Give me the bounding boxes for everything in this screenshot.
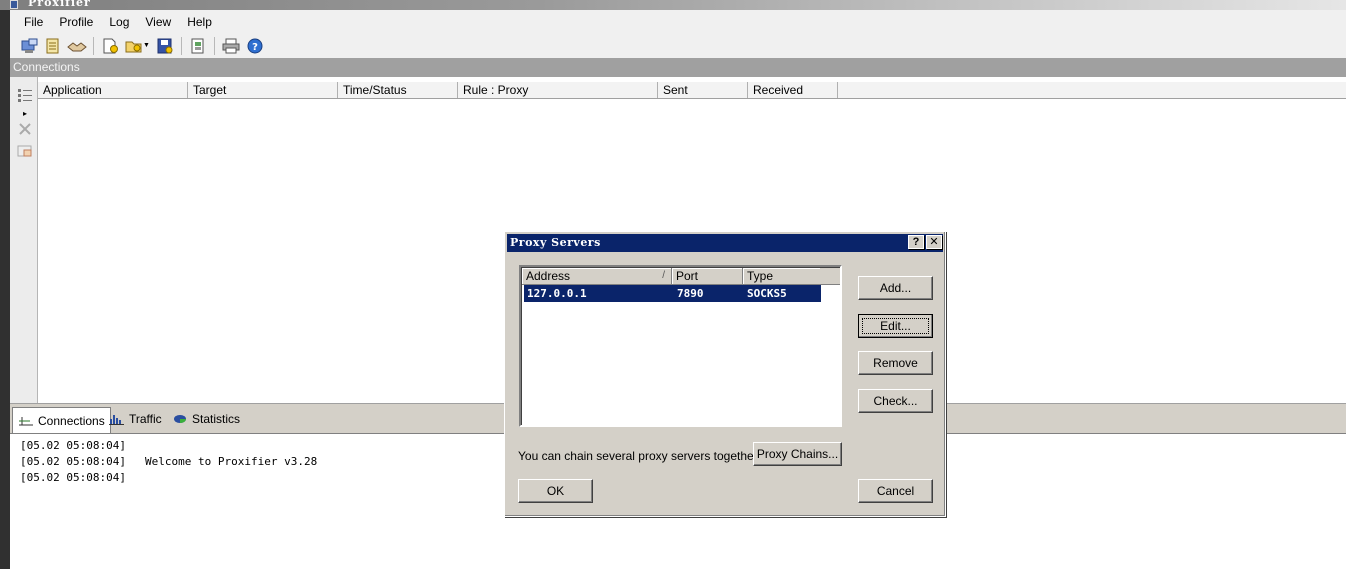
log-timestamp: [05.02 05:08:04] xyxy=(20,471,126,484)
edit-button[interactable]: Edit... xyxy=(858,314,933,338)
window-title: Proxifier xyxy=(28,0,91,9)
expand-arrow-icon[interactable]: ▸ xyxy=(16,105,34,121)
ok-button[interactable]: OK xyxy=(518,479,593,503)
column-address-label: Address xyxy=(526,269,571,283)
open-profile-icon[interactable] xyxy=(123,36,145,56)
proxy-type: SOCKS5 xyxy=(747,287,787,300)
profile-settings-icon[interactable] xyxy=(187,36,209,56)
log-message: Welcome to Proxifier v3.28 xyxy=(145,455,318,468)
menu-file[interactable]: File xyxy=(16,15,51,29)
proxy-address: 127.0.0.1 xyxy=(527,287,587,300)
menu-help[interactable]: Help xyxy=(179,15,220,29)
toolbar-separator xyxy=(93,36,94,55)
chain-hint-label: You can chain several proxy servers toge… xyxy=(518,449,762,463)
proxy-port: 7890 xyxy=(677,287,704,300)
tab-connections[interactable]: Connections xyxy=(12,407,111,433)
table-row[interactable]: 127.0.0.1 7890 SOCKS5 xyxy=(524,285,821,302)
tab-label: Connections xyxy=(38,413,105,428)
title-bar: Proxifier xyxy=(0,0,1346,10)
connections-table-header: Application Target Time/Status Rule : Pr… xyxy=(38,82,1346,99)
dialog-title: Proxy Servers xyxy=(510,236,601,249)
connections-section-header: Connections xyxy=(10,58,1346,77)
tab-label: Traffic xyxy=(129,412,162,426)
connections-side-toolbar: ▸ xyxy=(10,77,38,403)
column-application[interactable]: Application xyxy=(38,82,188,98)
column-address[interactable]: Address / xyxy=(522,268,672,285)
window-left-frame xyxy=(0,10,10,569)
menu-profile[interactable]: Profile xyxy=(51,15,101,29)
remove-button[interactable]: Remove xyxy=(858,351,933,375)
cancel-button[interactable]: Cancel xyxy=(858,479,933,503)
proxifier-app-icon xyxy=(10,0,18,9)
traffic-chart-icon xyxy=(109,415,124,425)
proxy-list-header: Address / Port Type xyxy=(522,268,822,285)
dialog-title-bar: Proxy Servers xyxy=(507,234,943,252)
connections-tab-icon xyxy=(19,416,33,425)
column-time-status[interactable]: Time/Status xyxy=(338,82,458,98)
tab-statistics[interactable]: Statistics xyxy=(167,408,245,430)
column-port[interactable]: Port xyxy=(672,268,743,285)
list-view-icon[interactable] xyxy=(16,87,34,103)
print-icon[interactable] xyxy=(220,36,242,56)
list-header-filler xyxy=(820,268,840,285)
connection-list-icon[interactable] xyxy=(18,36,40,56)
detach-window-icon[interactable] xyxy=(16,143,34,159)
chevron-down-icon[interactable]: ▼ xyxy=(143,42,150,49)
help-question-icon: ? xyxy=(912,236,920,248)
proxy-server-list[interactable]: Address / Port Type 127.0.0.1 7890 SOCKS… xyxy=(519,265,842,427)
proxy-servers-dialog: Proxy Servers ? ✕ Address / Port Type 12… xyxy=(504,231,946,517)
sort-ascending-icon: / xyxy=(662,270,665,281)
help-button[interactable]: ? xyxy=(908,235,924,249)
column-rule-proxy[interactable]: Rule : Proxy xyxy=(458,82,658,98)
menu-log[interactable]: Log xyxy=(101,15,137,29)
toolbar-separator xyxy=(180,36,182,55)
close-icon: ✕ xyxy=(929,236,939,248)
proxy-chains-button[interactable]: Proxy Chains... xyxy=(753,442,842,466)
svg-text:?: ? xyxy=(252,42,258,53)
log-timestamp: [05.02 05:08:04] xyxy=(20,439,126,452)
add-button[interactable]: Add... xyxy=(858,276,933,300)
handshake-icon[interactable] xyxy=(66,36,88,56)
tab-label: Statistics xyxy=(192,412,241,426)
log-timestamp: [05.02 05:08:04] xyxy=(20,455,126,468)
new-profile-icon[interactable] xyxy=(99,36,121,56)
column-target[interactable]: Target xyxy=(188,82,338,98)
check-button[interactable]: Check... xyxy=(858,389,933,413)
toolbar-separator xyxy=(213,36,215,55)
profile-icon[interactable] xyxy=(42,36,64,56)
save-icon[interactable] xyxy=(154,36,176,56)
column-sent[interactable]: Sent xyxy=(658,82,748,98)
menu-bar: File Profile Log View Help xyxy=(10,10,1346,33)
close-connection-icon[interactable] xyxy=(16,121,34,137)
menu-view[interactable]: View xyxy=(137,15,179,29)
tab-traffic[interactable]: Traffic xyxy=(104,408,167,430)
column-type[interactable]: Type xyxy=(743,268,822,285)
column-received[interactable]: Received xyxy=(748,82,838,98)
help-icon[interactable]: ? xyxy=(244,36,266,56)
pie-chart-icon xyxy=(174,415,186,423)
close-button[interactable]: ✕ xyxy=(926,235,942,249)
toolbar: ▼ ? xyxy=(10,33,1346,58)
